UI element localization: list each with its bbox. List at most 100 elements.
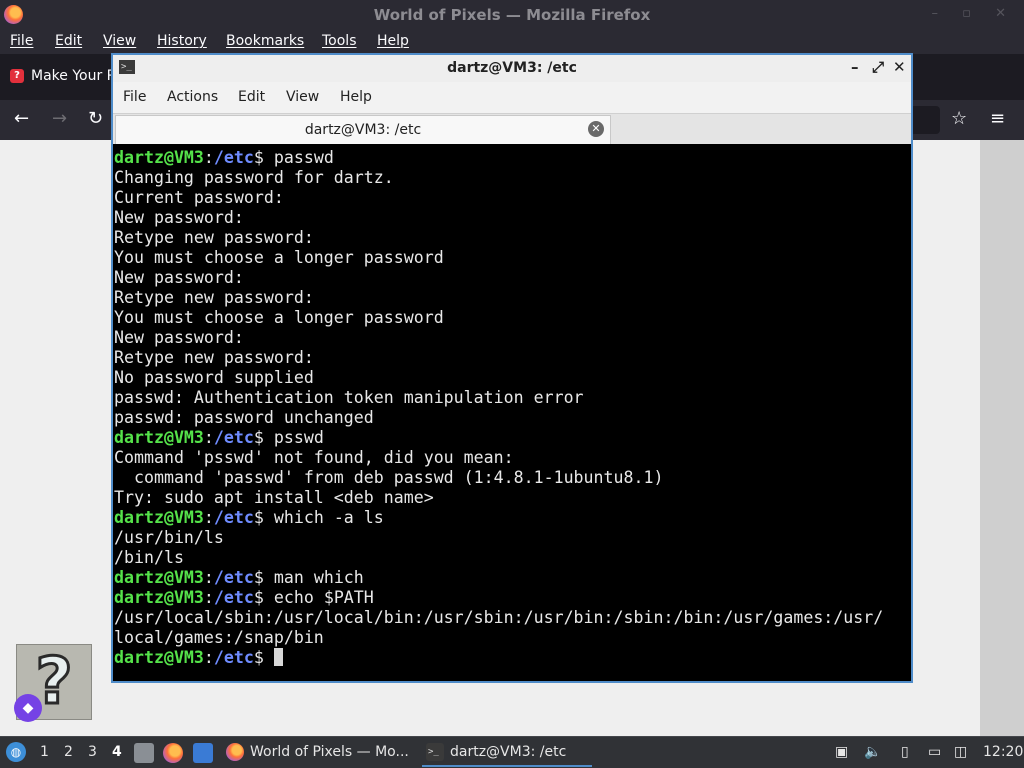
prompt-colon: : [203, 568, 214, 587]
prompt-line: dartz@VM3:/etc$ echo $PATH [114, 588, 910, 608]
firefox-menu-edit[interactable]: Edit [55, 33, 82, 49]
firefox-menu-tools[interactable]: Tools [322, 33, 357, 49]
terminal-menu-actions[interactable]: Actions [167, 89, 218, 105]
prompt-user: dartz@VM3 [114, 648, 204, 667]
terminal-output[interactable]: dartz@VM3:/etc$ passwd Changing password … [114, 146, 910, 681]
tab-favicon-icon: ? [10, 69, 24, 83]
terminal-window[interactable]: >_ dartz@VM3: /etc – ⤢ ✕ File Actions Ed… [111, 53, 913, 683]
terminal-menubar: File Actions Edit View Help [113, 82, 911, 114]
output-line: Changing password for dartz. [114, 168, 394, 187]
output-line: New password: [114, 208, 244, 227]
firefox-menu-view[interactable]: View [103, 33, 136, 49]
firefox-icon [226, 743, 244, 761]
forward-icon[interactable]: → [52, 108, 67, 129]
task-firefox[interactable]: World of Pixels — Mo... [222, 739, 418, 767]
command-text: $ psswd [253, 428, 324, 447]
tab-close-icon[interactable]: ✕ [588, 121, 604, 137]
output-line: You must choose a longer password [114, 248, 444, 267]
firefox-menu-file[interactable]: File [10, 33, 33, 49]
firefox-menubar: File Edit View History Bookmarks Tools H… [0, 29, 1024, 54]
taskbar: ◍ 1 2 3 4 World of Pixels — Mo... >_ dar… [0, 736, 1024, 768]
output-line: /usr/bin/ls [114, 528, 224, 547]
clock: 12:20 [983, 744, 1024, 760]
volume-icon[interactable]: 🔈 [864, 744, 881, 760]
prompt-path: /etc [213, 588, 254, 607]
output-line: New password: [114, 328, 244, 347]
start-menu-icon[interactable]: ◍ [6, 742, 26, 762]
firefox-launcher-icon[interactable] [163, 743, 183, 763]
assistant-button[interactable]: ◆ [14, 694, 42, 722]
back-icon[interactable]: ← [14, 108, 29, 129]
terminal-tab[interactable]: dartz@VM3: /etc ✕ [115, 115, 611, 144]
workspace-1[interactable]: 1 [40, 744, 49, 760]
url-bar[interactable] [910, 106, 940, 134]
workspace-2[interactable]: 2 [64, 744, 73, 760]
file-manager-icon[interactable] [134, 743, 154, 763]
terminal-icon: >_ [426, 743, 444, 761]
firefox-menu-help[interactable]: Help [377, 33, 409, 49]
command-text: $ passwd [253, 148, 334, 167]
command-text: $ [253, 648, 274, 667]
firefox-menu-history[interactable]: History [157, 33, 207, 49]
page-scrollbar[interactable] [980, 140, 1024, 736]
output-line: Retype new password: [114, 348, 314, 367]
diamond-icon: ◆ [22, 700, 34, 716]
notification-icon[interactable]: ◫ [954, 744, 967, 760]
output-line: command 'passwd' from deb passwd (1:4.8.… [114, 468, 664, 487]
prompt-user: dartz@VM3 [114, 428, 204, 447]
battery-icon[interactable]: ▯ [901, 744, 909, 760]
terminal-menu-edit[interactable]: Edit [238, 89, 265, 105]
terminal-title: dartz@VM3: /etc [447, 60, 577, 76]
terminal-titlebar[interactable]: >_ dartz@VM3: /etc – ⤢ ✕ [113, 55, 911, 82]
clipboard-icon[interactable]: ▣ [835, 744, 848, 760]
workspace-3[interactable]: 3 [88, 744, 97, 760]
terminal-menu-file[interactable]: File [123, 89, 146, 105]
output-line: /usr/local/sbin:/usr/local/bin:/usr/sbin… [114, 608, 884, 627]
prompt-line: dartz@VM3:/etc$ psswd [114, 428, 910, 448]
terminal-menu-help[interactable]: Help [340, 89, 372, 105]
task-firefox-label: World of Pixels — Mo... [250, 744, 409, 760]
prompt-path: /etc [213, 148, 254, 167]
prompt-line: dartz@VM3:/etc$ [114, 648, 910, 668]
prompt-user: dartz@VM3 [114, 588, 204, 607]
close-button[interactable]: ✕ [893, 58, 906, 76]
command-text: $ man which [253, 568, 364, 587]
prompt-path: /etc [213, 508, 254, 527]
workspace-4[interactable]: 4 [112, 744, 122, 760]
output-line: /bin/ls [114, 548, 184, 567]
maximize-button[interactable]: ⤢ [872, 58, 884, 76]
firefox-tab-label: Make Your P [31, 68, 116, 84]
output-line: New password: [114, 268, 244, 287]
task-terminal-label: dartz@VM3: /etc [450, 744, 567, 760]
terminal-tab-label: dartz@VM3: /etc [304, 122, 422, 138]
minimize-button[interactable]: – [851, 58, 859, 76]
terminal-menu-view[interactable]: View [286, 89, 319, 105]
reload-icon[interactable]: ↻ [88, 108, 103, 129]
output-line: No password supplied [114, 368, 314, 387]
prompt-colon: : [203, 588, 214, 607]
firefox-menu-bookmarks[interactable]: Bookmarks [226, 33, 304, 49]
output-line: You must choose a longer password [114, 308, 444, 327]
prompt-path: /etc [213, 428, 254, 447]
show-desktop-icon[interactable] [193, 743, 213, 763]
prompt-colon: : [203, 648, 214, 667]
prompt-user: dartz@VM3 [114, 568, 204, 587]
text-cursor [273, 648, 283, 666]
output-line: passwd: password unchanged [114, 408, 374, 427]
task-terminal[interactable]: >_ dartz@VM3: /etc [422, 739, 592, 767]
output-line: Retype new password: [114, 228, 314, 247]
bookmark-star-icon[interactable]: ☆ [951, 108, 967, 129]
output-line: passwd: Authentication token manipulatio… [114, 388, 584, 407]
prompt-colon: : [203, 428, 214, 447]
firefox-window-controls[interactable]: – ▫ ✕ [932, 6, 1016, 21]
prompt-path: /etc [213, 568, 254, 587]
output-line: Try: sudo apt install <deb name> [114, 488, 434, 507]
hamburger-menu-icon[interactable]: ≡ [990, 108, 1005, 129]
firefox-window-title: World of Pixels — Mozilla Firefox [373, 6, 651, 24]
prompt-colon: : [203, 508, 214, 527]
output-line: Command 'psswd' not found, did you mean: [114, 448, 514, 467]
prompt-user: dartz@VM3 [114, 148, 204, 167]
network-icon[interactable]: ▭ [928, 744, 941, 760]
command-text: $ echo $PATH [253, 588, 374, 607]
prompt-colon: : [203, 148, 214, 167]
